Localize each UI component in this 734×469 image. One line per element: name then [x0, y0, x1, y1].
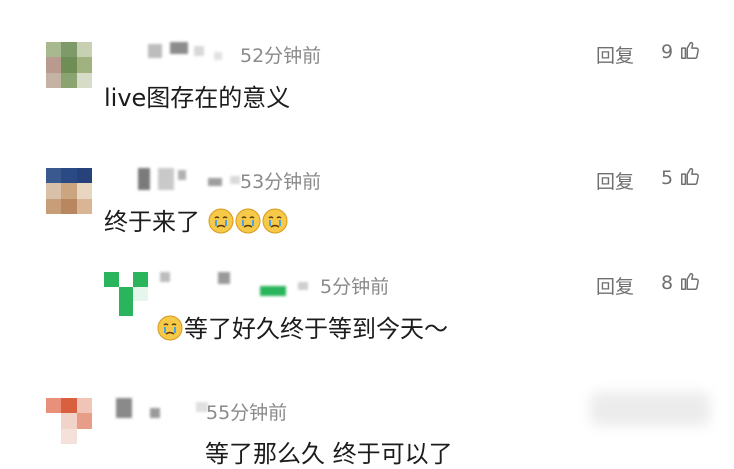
comment-text: live图存在的意义 [104, 84, 291, 112]
avatar[interactable] [46, 42, 92, 88]
thumbs-up-icon[interactable] [679, 165, 701, 187]
comment-text: 终于来了 [104, 208, 200, 236]
comment-time: 52分钟前 [240, 45, 322, 67]
username-blurred[interactable] [118, 166, 248, 200]
username-blurred[interactable] [118, 40, 238, 74]
username-blurred[interactable] [160, 270, 310, 304]
crying-face-emoji-icon [208, 208, 234, 234]
reply-button[interactable]: 回复 [596, 41, 634, 68]
reply-button[interactable]: 回复 [596, 272, 634, 299]
reply-button[interactable]: 回复 [596, 167, 634, 194]
crying-face-emoji-icon [262, 208, 288, 234]
crying-face-emoji-icon [235, 208, 261, 234]
avatar[interactable] [104, 272, 148, 316]
comment-time: 55分钟前 [206, 402, 288, 424]
like-count: 8 [661, 272, 674, 294]
comment-text: 等了好久终于等到今天～ [184, 315, 448, 343]
crying-face-emoji-icon [157, 315, 183, 341]
blurred-action-area [590, 392, 710, 426]
avatar[interactable] [46, 168, 92, 214]
comment-time: 5分钟前 [320, 276, 390, 298]
comment-text-row: 终于来了 [104, 202, 289, 237]
thumbs-up-icon[interactable] [679, 39, 701, 61]
comment-text: 等了那么久 终于可以了 [205, 440, 453, 468]
thumbs-up-icon[interactable] [679, 270, 701, 292]
like-count: 5 [661, 167, 674, 189]
comment-time: 53分钟前 [240, 171, 322, 193]
comment-text-row: 等了好久终于等到今天～ [157, 309, 448, 344]
like-count: 9 [661, 41, 674, 63]
avatar[interactable] [46, 398, 92, 444]
